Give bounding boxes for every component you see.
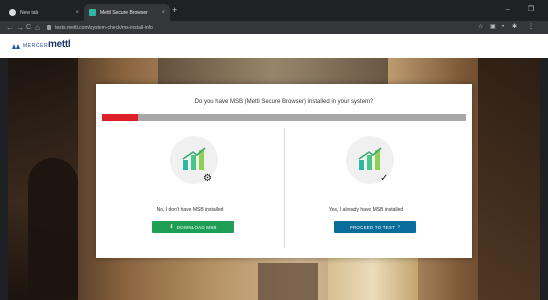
browser-toolbar: ← → C ⌂ tests.mettl.com/system-check/ms-… [0, 21, 548, 34]
lock-icon [47, 25, 51, 30]
extension-icon[interactable]: ✱ [512, 22, 517, 33]
option-label: No, I don't have MSB installed [156, 207, 224, 213]
option-no-msb: ⚙ No, I don't have MSB installed ⬇ DOWNL… [96, 136, 284, 252]
extension-icon[interactable]: • [502, 22, 504, 33]
option-label: Yes, I already have MSB installed [328, 207, 404, 213]
reload-icon[interactable]: C [26, 22, 31, 33]
home-icon[interactable]: ⌂ [35, 22, 40, 33]
download-icon: ⬇ [169, 224, 174, 230]
button-label: DOWNLOAD MSB [176, 224, 217, 230]
bookmark-star-icon[interactable]: ☆ [478, 22, 483, 33]
forward-icon[interactable]: → [16, 22, 24, 33]
browser-tab-new-tab[interactable]: New tab × [4, 4, 84, 21]
mettl-favicon-icon [89, 9, 96, 16]
option-have-msb: ✓ Yes, I already have MSB installed PROC… [284, 136, 472, 252]
tab-close-icon[interactable]: × [161, 10, 165, 16]
back-icon[interactable]: ← [6, 22, 14, 33]
new-tab-icon[interactable]: + [172, 5, 177, 15]
mettl-logo[interactable]: mettl [48, 39, 71, 50]
address-bar[interactable]: tests.mettl.com/system-check/ms-install-… [47, 23, 467, 32]
download-msb-button[interactable]: ⬇ DOWNLOAD MSB [152, 221, 234, 233]
url-text: tests.mettl.com/system-check/ms-install-… [55, 24, 153, 31]
browser-tab-mettl[interactable]: Mettl Secure Browser × [84, 4, 170, 21]
button-label: PROCEED TO TEST [349, 224, 396, 230]
site-header: MERCER mettl [0, 34, 548, 58]
mercer-wordmark: MERCER [23, 43, 49, 49]
mercer-mark-icon [12, 43, 20, 49]
chevron-right-icon: › [398, 224, 401, 230]
new-tab-favicon-icon [9, 9, 16, 16]
gear-icon: ⚙ [203, 173, 212, 184]
mettl-wordmark: mettl [48, 39, 71, 50]
dialog-question: Do you have MSB (Mettl Secure Browser) i… [194, 99, 374, 105]
tab-label: Mettl Secure Browser [100, 9, 148, 16]
tab-label: New tab [20, 9, 39, 16]
browser-menu-icon[interactable]: ⋮ [528, 22, 534, 33]
checkmark-icon: ✓ [380, 173, 389, 184]
extension-icon[interactable]: ▣ [490, 22, 496, 33]
window-controls[interactable]: – ❐ [506, 5, 542, 13]
progress-bar [102, 114, 466, 121]
mercer-logo[interactable]: MERCER [12, 43, 48, 49]
msb-install-dialog: Do you have MSB (Mettl Secure Browser) i… [96, 84, 472, 258]
browser-tab-bar: New tab × Mettl Secure Browser × + – ❐ [0, 0, 548, 21]
tab-close-icon[interactable]: × [75, 10, 79, 16]
proceed-to-test-button[interactable]: PROCEED TO TEST › [334, 221, 416, 233]
progress-fill [102, 114, 139, 121]
bar-chart-icon [358, 147, 382, 170]
bar-chart-icon [182, 147, 206, 170]
